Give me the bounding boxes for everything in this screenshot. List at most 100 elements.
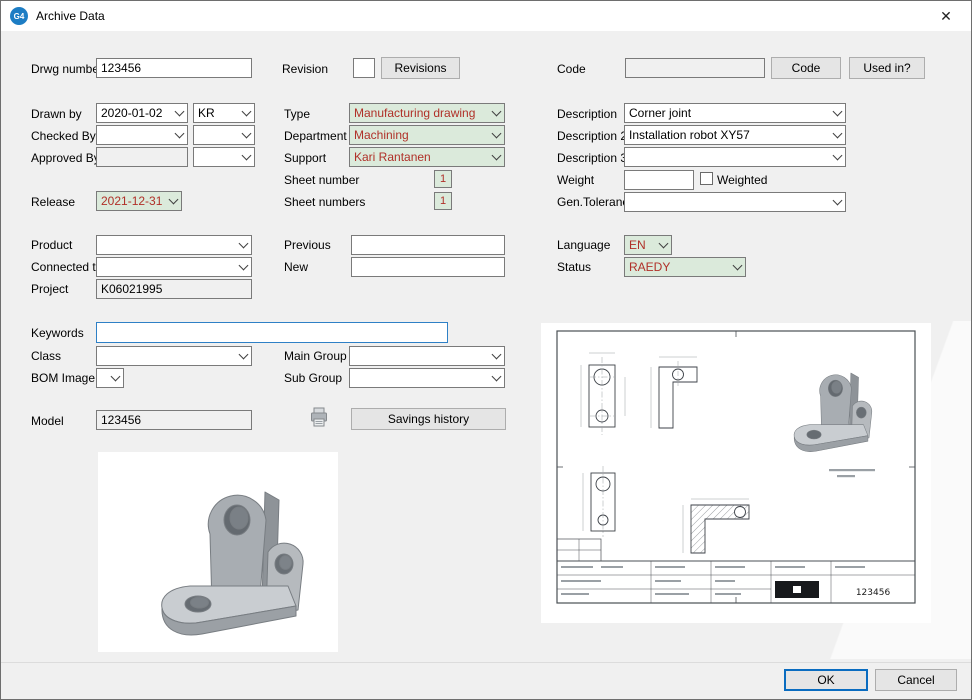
chevron-down-icon [239, 148, 254, 166]
drawing-preview-image: 123456 [541, 323, 931, 623]
savings-history-button[interactable]: Savings history [351, 408, 506, 430]
description3-label: Description 3 [557, 151, 627, 165]
revisions-button[interactable]: Revisions [381, 57, 460, 79]
chevron-down-icon [489, 126, 504, 144]
model-field[interactable] [96, 410, 252, 430]
cancel-button[interactable]: Cancel [875, 669, 957, 691]
class-combo[interactable] [96, 346, 252, 366]
approved-by-date-field[interactable] [96, 147, 188, 167]
drawn-by-initials-combo[interactable]: KR [193, 103, 255, 123]
weighted-label: Weighted [717, 173, 767, 187]
chevron-down-icon [489, 148, 504, 166]
chevron-down-icon [830, 193, 845, 211]
department-combo[interactable]: Machining [349, 125, 505, 145]
chevron-down-icon [830, 148, 845, 166]
chevron-down-icon [830, 126, 845, 144]
class-label: Class [31, 349, 61, 363]
description3-combo[interactable] [624, 147, 846, 167]
drwg-number-label: Drwg number [31, 62, 103, 76]
dialog-body: Drwg number Revision Revisions Code Code… [1, 31, 971, 699]
connected-to-label: Connected to [31, 260, 102, 274]
sheet-numbers-field[interactable]: 1 [434, 192, 452, 210]
language-label: Language [557, 238, 610, 252]
language-combo[interactable]: EN [624, 235, 672, 255]
checked-by-initials-combo[interactable] [193, 125, 255, 145]
new-label: New [284, 260, 308, 274]
type-label: Type [284, 107, 310, 121]
chevron-down-icon [239, 126, 254, 144]
description-label: Description [557, 107, 617, 121]
printer-icon[interactable] [309, 406, 329, 428]
sheet-number-label: Sheet number [284, 173, 359, 187]
chevron-down-icon [239, 104, 254, 122]
code-input[interactable] [625, 58, 765, 78]
weight-label: Weight [557, 173, 594, 187]
chevron-down-icon [656, 236, 671, 254]
release-label: Release [31, 195, 75, 209]
chevron-down-icon [108, 369, 123, 387]
checked-by-label: Checked By [31, 129, 96, 143]
chevron-down-icon [489, 104, 504, 122]
status-combo[interactable]: RAEDY [624, 257, 746, 277]
drawn-by-date-combo[interactable]: 2020-01-02 [96, 103, 188, 123]
bom-image-label: BOM Image [31, 371, 95, 385]
revision-input[interactable] [353, 58, 375, 78]
sheet-number-field[interactable]: 1 [434, 170, 452, 188]
sub-group-combo[interactable] [349, 368, 505, 388]
window-title: Archive Data [36, 9, 922, 23]
model-3d-image [98, 452, 338, 652]
archive-data-dialog: G4 Archive Data ✕ Drwg number Revision R… [0, 0, 972, 700]
description2-combo[interactable]: Installation robot XY57 [624, 125, 846, 145]
sheet-numbers-label: Sheet numbers [284, 195, 365, 209]
keywords-input[interactable] [96, 322, 448, 343]
checked-by-date-combo[interactable] [96, 125, 188, 145]
chevron-down-icon [172, 104, 187, 122]
description2-label: Description 2 [557, 129, 627, 143]
support-combo[interactable]: Kari Rantanen [349, 147, 505, 167]
department-label: Department [284, 129, 347, 143]
type-combo[interactable]: Manufacturing drawing [349, 103, 505, 123]
previous-label: Previous [284, 238, 331, 252]
keywords-label: Keywords [31, 326, 84, 340]
footer-separator [1, 662, 971, 663]
chevron-down-icon [236, 258, 251, 276]
close-button[interactable]: ✕ [930, 3, 962, 29]
description-combo[interactable]: Corner joint [624, 103, 846, 123]
bom-image-combo[interactable] [96, 368, 124, 388]
main-group-combo[interactable] [349, 346, 505, 366]
project-label: Project [31, 282, 68, 296]
drwg-number-input[interactable] [96, 58, 252, 78]
drawing-number-text: 123456 [856, 588, 891, 598]
main-group-label: Main Group [284, 349, 347, 363]
g4-app-icon: G4 [10, 7, 28, 25]
previous-input[interactable] [351, 235, 505, 255]
close-icon: ✕ [940, 8, 952, 25]
sub-group-label: Sub Group [284, 371, 342, 385]
code-button[interactable]: Code [771, 57, 841, 79]
ok-button[interactable]: OK [784, 669, 868, 691]
gen-tolerances-combo[interactable] [624, 192, 846, 212]
approved-by-label: Approved By [31, 151, 100, 165]
chevron-down-icon [172, 126, 187, 144]
drawn-by-label: Drawn by [31, 107, 82, 121]
used-in-button[interactable]: Used in? [849, 57, 925, 79]
product-label: Product [31, 238, 72, 252]
weight-input[interactable] [624, 170, 694, 190]
revision-label: Revision [282, 62, 328, 76]
release-combo[interactable]: 2021-12-31 [96, 191, 182, 211]
code-label: Code [557, 62, 586, 76]
connected-to-combo[interactable] [96, 257, 252, 277]
chevron-down-icon [236, 236, 251, 254]
new-input[interactable] [351, 257, 505, 277]
chevron-down-icon [166, 192, 181, 210]
support-label: Support [284, 151, 326, 165]
chevron-down-icon [236, 347, 251, 365]
model-label: Model [31, 414, 64, 428]
approved-by-initials-combo[interactable] [193, 147, 255, 167]
weighted-checkbox[interactable] [700, 172, 713, 185]
titlebar: G4 Archive Data ✕ [1, 1, 971, 31]
project-field[interactable] [96, 279, 252, 299]
chevron-down-icon [730, 258, 745, 276]
product-combo[interactable] [96, 235, 252, 255]
chevron-down-icon [489, 347, 504, 365]
